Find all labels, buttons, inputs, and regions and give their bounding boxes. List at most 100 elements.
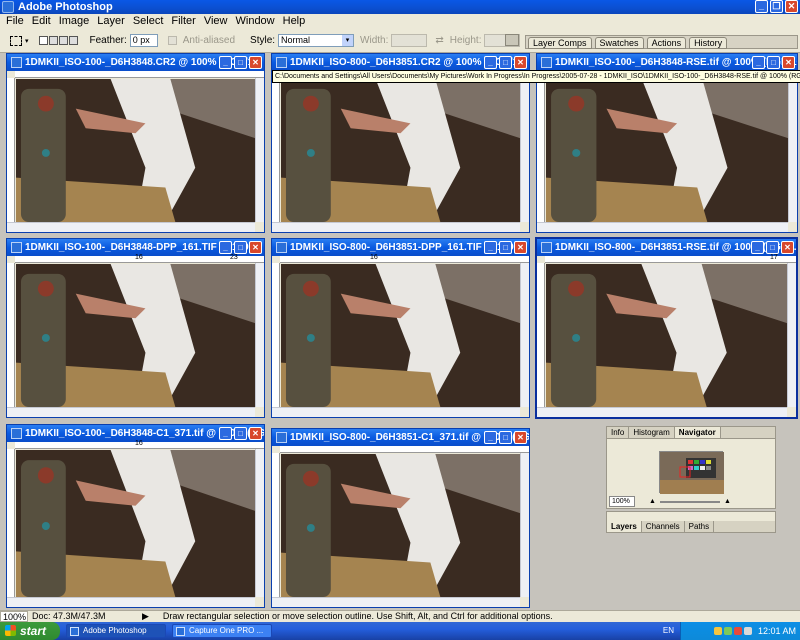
image-canvas[interactable] [546,264,787,407]
minimize-button[interactable]: _ [484,241,497,254]
tab-info[interactable]: Info [607,427,630,438]
document-window[interactable]: 1DMKII_ISO-800-_D6H3851-DPP_161.TIF @ 10… [271,238,530,418]
zoom-out-icon[interactable]: ▲ [649,497,656,506]
document-window[interactable]: 1DMKII_ISO-100-_D6H3848-DPP_161.TIF @ 10… [6,238,265,418]
tab-layers[interactable]: Layers [607,521,642,532]
horizontal-scrollbar[interactable] [537,222,788,232]
minimize-button[interactable]: _ [484,431,497,444]
menu-filter[interactable]: Filter [167,14,199,29]
taskbar-item-photoshop[interactable]: Adobe Photoshop [66,624,166,638]
menu-select[interactable]: Select [129,14,168,29]
tool-preset-dropdown-icon[interactable]: ▾ [25,37,29,45]
menu-image[interactable]: Image [55,14,94,29]
maximize-button[interactable]: □ [234,241,247,254]
taskbar-item-capture-one[interactable]: Capture One PRO ... [172,624,272,638]
restore-button[interactable]: ❐ [770,0,783,13]
status-doc-size[interactable]: Doc: 47.3M/47.3M [28,611,138,622]
vertical-scrollbar[interactable] [255,78,264,222]
horizontal-scrollbar[interactable] [272,222,520,232]
zoom-slider[interactable] [659,500,720,503]
horizontal-scrollbar[interactable] [7,597,255,607]
vertical-scrollbar[interactable] [520,78,529,222]
language-indicator[interactable]: EN [663,626,674,635]
horizontal-scrollbar[interactable] [537,407,787,417]
document-titlebar[interactable]: 1DMKII_ISO-800-_D6H3851-RSE.tif @ 100% (… [537,239,796,256]
close-button[interactable]: ✕ [785,0,798,13]
minimize-button[interactable]: _ [484,56,497,69]
maximize-button[interactable]: □ [234,56,247,69]
tab-navigator[interactable]: Navigator [674,427,721,438]
horizontal-scrollbar[interactable] [272,597,520,607]
tab-actions[interactable]: Actions [646,37,687,49]
image-canvas[interactable] [281,79,520,222]
vertical-scrollbar[interactable] [787,263,796,407]
tab-layer-comps[interactable]: Layer Comps [528,37,592,49]
document-titlebar[interactable]: 1DMKII_ISO-800-_D6H3851.CR2 @ 100% (RGB/… [272,54,529,71]
tab-histogram[interactable]: Histogram [629,427,675,438]
minimize-button[interactable]: _ [751,241,764,254]
tab-history[interactable]: History [689,37,728,49]
vertical-scrollbar[interactable] [255,449,264,597]
minimize-button[interactable]: _ [219,56,232,69]
image-canvas[interactable] [546,79,788,222]
close-button[interactable]: ✕ [514,431,527,444]
maximize-button[interactable]: □ [499,431,512,444]
menu-file[interactable]: File [2,14,28,29]
document-titlebar[interactable]: 1DMKII_ISO-100-_D6H3848-RSE.tif @ 100% (… [537,54,797,71]
menu-layer[interactable]: Layer [93,14,129,29]
image-canvas[interactable] [281,454,520,597]
document-window[interactable]: 1DMKII_ISO-100-_D6H3848-C1_371.tif @ 100… [6,424,265,608]
menu-edit[interactable]: Edit [28,14,55,29]
maximize-button[interactable]: □ [499,241,512,254]
maximize-button[interactable]: □ [766,241,779,254]
file-browser-icon[interactable] [505,34,519,46]
close-button[interactable]: ✕ [249,56,262,69]
vertical-scrollbar[interactable] [788,78,797,222]
clock[interactable]: 12:01 AM [758,626,796,636]
document-titlebar[interactable]: 1DMKII_ISO-800-_D6H3851-DPP_161.TIF @ 10… [272,239,529,256]
image-canvas[interactable] [16,450,255,597]
close-button[interactable]: ✕ [781,241,794,254]
menu-help[interactable]: Help [279,14,310,29]
status-zoom[interactable]: 100% [0,611,28,622]
horizontal-scrollbar[interactable] [7,407,255,417]
close-button[interactable]: ✕ [514,56,527,69]
horizontal-scrollbar[interactable] [7,222,255,232]
menu-window[interactable]: Window [232,14,279,29]
document-window-active[interactable]: 1DMKII_ISO-800-_D6H3851-RSE.tif @ 100% (… [535,237,798,419]
document-titlebar[interactable]: 1DMKII_ISO-800-_D6H3851-C1_371.tif @ 100… [272,429,529,446]
antialiased-checkbox[interactable] [167,36,177,45]
maximize-button[interactable]: □ [767,56,780,69]
vertical-scrollbar[interactable] [520,453,529,597]
tray-icon[interactable] [743,627,752,635]
image-canvas[interactable] [16,264,255,407]
minimize-button[interactable]: _ [755,0,768,13]
close-button[interactable]: ✕ [249,241,262,254]
image-canvas[interactable] [16,79,255,222]
document-titlebar[interactable]: 1DMKII_ISO-100-_D6H3848.CR2 @ 100% (RGB/… [7,54,264,71]
tab-swatches[interactable]: Swatches [594,37,644,49]
marquee-tool-icon[interactable] [10,35,22,46]
zoom-in-icon[interactable]: ▲ [724,497,731,506]
tray-icon[interactable] [713,627,722,635]
status-arrow-icon[interactable]: ▶ [142,611,149,622]
minimize-button[interactable]: _ [219,241,232,254]
vertical-scrollbar[interactable] [255,263,264,407]
close-button[interactable]: ✕ [782,56,795,69]
document-window[interactable]: 1DMKII_ISO-100-_D6H3848.CR2 @ 100% (RGB/… [6,53,265,233]
menu-view[interactable]: View [200,14,232,29]
selection-mode-icons[interactable] [38,36,78,45]
tab-channels[interactable]: Channels [642,521,685,532]
image-canvas[interactable] [281,264,520,407]
vertical-scrollbar[interactable] [520,263,529,407]
navigator-zoom-value[interactable]: 100% [609,496,635,507]
tray-icon[interactable] [723,627,732,635]
minimize-button[interactable]: _ [219,427,232,440]
maximize-button[interactable]: □ [234,427,247,440]
navigator-thumbnail[interactable] [659,451,724,494]
tray-icon[interactable] [733,627,742,635]
start-button[interactable]: start [0,622,60,640]
horizontal-scrollbar[interactable] [272,407,520,417]
feather-input[interactable]: 0 px [129,34,158,47]
close-button[interactable]: ✕ [514,241,527,254]
